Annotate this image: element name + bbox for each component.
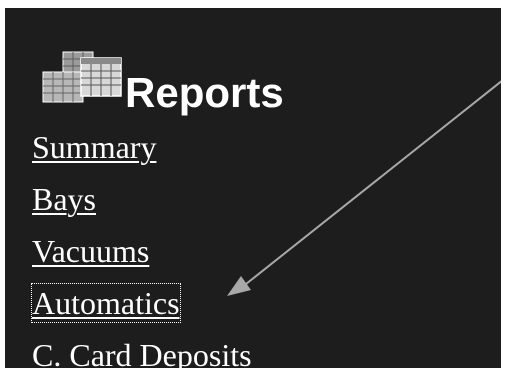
reports-icon <box>42 51 122 103</box>
page-title: Reports <box>125 69 284 116</box>
bays-link[interactable]: Bays <box>32 180 96 218</box>
reports-panel: Reports Summary Bays Vacuums Automatics … <box>5 8 501 368</box>
credit-card-deposits-link[interactable]: C. Card Deposits <box>32 336 252 368</box>
vacuums-link[interactable]: Vacuums <box>32 232 149 270</box>
screenshot-frame: Reports Summary Bays Vacuums Automatics … <box>0 0 506 381</box>
automatics-link[interactable]: Automatics <box>31 283 181 323</box>
summary-link[interactable]: Summary <box>32 128 156 166</box>
